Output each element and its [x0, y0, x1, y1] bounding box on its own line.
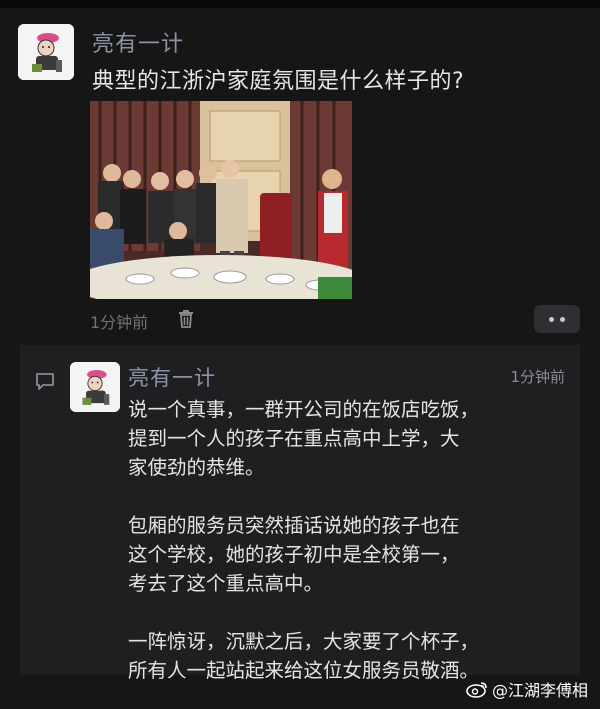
reply-body: 说一个真事，一群开公司的在饭店吃饭， 提到一个人的孩子在重点高中上学，大 家使劲…: [128, 395, 558, 709]
more-dots-icon: [549, 316, 554, 322]
weibo-watermark: @江湖李傅相: [466, 677, 588, 701]
top-strip: [0, 0, 600, 8]
screenshot-page: 亮有一计 典型的江浙沪家庭氛围是什么样子的? 1分钟前 亮有一计 1分钟前 说一…: [0, 0, 600, 709]
avatar-image: [70, 362, 120, 412]
watermark-text: @江湖李傅相: [491, 681, 588, 700]
reply-paragraph: 包厢的服务员突然插话说她的孩子也在 这个学校，她的孩子初中是全校第一， 考去了这…: [128, 514, 460, 595]
post-time: 1分钟前: [90, 313, 149, 332]
reply-author-name[interactable]: 亮有一计: [128, 362, 216, 392]
trash-icon[interactable]: [176, 309, 196, 329]
photo-image: [90, 101, 352, 299]
more-dots-icon: [560, 316, 565, 322]
post-author-name[interactable]: 亮有一计: [92, 26, 184, 58]
post-title: 典型的江浙沪家庭氛围是什么样子的?: [92, 69, 465, 94]
reply-paragraph: 说一个真事，一群开公司的在饭店吃饭， 提到一个人的孩子在重点高中上学，大 家使劲…: [128, 398, 480, 479]
post-photo[interactable]: [90, 101, 352, 299]
more-button[interactable]: [534, 305, 580, 333]
author-avatar[interactable]: [18, 24, 74, 80]
avatar-image: [18, 24, 74, 80]
reply-time: 1分钟前: [510, 368, 565, 386]
comment-icon[interactable]: [34, 370, 56, 392]
reply-author-avatar[interactable]: [70, 362, 120, 412]
weibo-logo-icon: [466, 682, 487, 698]
